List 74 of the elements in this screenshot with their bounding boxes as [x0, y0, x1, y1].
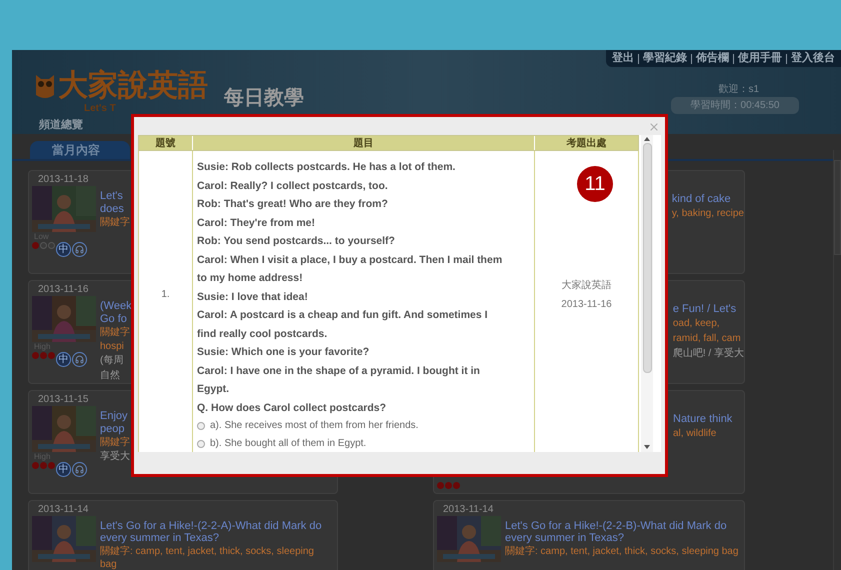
month-tab[interactable]: 當月內容 — [30, 140, 130, 158]
card-title[interactable]: Let's Go for a Hike!-(2-2-A)-What did Mark do every summer in Texas? — [100, 520, 332, 544]
lesson-date: 2013-11-14 — [38, 504, 88, 516]
card-title[interactable]: peop — [100, 422, 134, 434]
question-number: 1. — [160, 288, 171, 302]
dialogue-line: Carol: When I visit a place, I buy a postcard. Then I mail them to my home address! — [197, 252, 504, 286]
lesson-date: 2013-11-16 — [38, 284, 88, 296]
headphones-icon[interactable] — [72, 242, 87, 256]
chinese-subtitle-button[interactable]: 中 — [56, 242, 71, 256]
site-logo[interactable]: 大家說英語 — [58, 69, 208, 103]
card-description: 享受大 — [100, 450, 131, 464]
card-keywords: 關鍵字 — [100, 216, 131, 228]
headphones-icon[interactable] — [72, 352, 87, 366]
card-title[interactable]: Enjoy — [100, 410, 134, 422]
lesson-date: 2013-11-15 — [38, 394, 88, 406]
headphones-icon[interactable] — [72, 462, 87, 476]
welcome-text: 歡迎：s1 — [718, 83, 760, 97]
card-keywords: oad, keep, — [672, 316, 721, 330]
card-title[interactable]: Let's — [100, 190, 134, 202]
logo-subtitle: Let's T — [83, 103, 117, 115]
card-keywords: ramid, fall, cam — [672, 332, 742, 344]
radio-button[interactable] — [197, 422, 205, 430]
top-link[interactable]: 登入後台 — [791, 50, 835, 67]
section-title: 每日教學 — [224, 86, 304, 111]
dialogue-line: Rob: That's great! Who are they from? — [197, 197, 389, 212]
answer-option[interactable]: a). She receives most of them from her friends. — [210, 417, 418, 435]
question-text: Q. How does Carol collect postcards? — [197, 400, 388, 416]
top-link[interactable]: 使用手冊 — [738, 50, 782, 67]
answer-option[interactable]: b). She bought all of them in Egypt. — [210, 435, 366, 452]
top-link[interactable]: 登出 — [612, 50, 634, 67]
column-header: 考題出處 — [566, 136, 608, 150]
scroll-up-icon[interactable] — [644, 137, 650, 141]
card-description: (每周 — [100, 354, 124, 368]
card-title[interactable]: Nature think — [673, 412, 744, 424]
dialogue-line: Susie: I love that idea! — [197, 290, 309, 304]
question-source: 大家說英語 — [562, 278, 612, 293]
card-keywords: 關鍵字 — [100, 326, 131, 338]
column-header: 題目 — [192, 136, 535, 150]
card-title[interactable]: Let's Go for a Hike!-(2-2-B)-What did Mark do every summer in Texas? — [505, 520, 739, 544]
radio-button[interactable] — [197, 440, 205, 448]
top-link[interactable]: 佈告欄 — [696, 50, 729, 67]
column-header: 題號 — [154, 136, 176, 150]
chinese-subtitle-button[interactable]: 中 — [56, 462, 71, 476]
step-number: 11 — [584, 173, 606, 195]
dialogue-line: Susie: Rob collects postcards. He has a lot of them. — [197, 160, 456, 175]
question-source: 2013-11-16 — [561, 298, 612, 312]
chinese-subtitle-button[interactable]: 中 — [56, 352, 71, 366]
dialogue-line: Carol: A postcard is a cheap and fun gift. And sometimes I find really cool postcards. — [197, 308, 489, 342]
top-link[interactable]: 學習紀錄 — [643, 50, 687, 67]
card-title[interactable]: kind of cake — [672, 192, 744, 204]
scrollbar[interactable] — [641, 135, 653, 452]
card-keywords: y, baking, recipe — [672, 206, 744, 220]
card-keywords: 關鍵字 — [100, 436, 131, 448]
dialogue-line: Susie: Which one is your favorite? — [197, 345, 370, 360]
dialogue-line: Carol: I have one in the shape of a pyramid. I bought it in Egypt. — [197, 364, 481, 397]
dialogue-line: Carol: Really? I collect postcards, too. — [197, 178, 389, 194]
card-title[interactable]: e Fun! / Let's — [672, 302, 744, 314]
card-keywords: 關鍵字: camp, tent, jacket, thick, socks, sleeping bag — [505, 544, 739, 558]
card-title[interactable]: (Week — [100, 300, 134, 312]
dialogue-line: Carol: They're from me! — [197, 216, 316, 230]
card-keywords: al, wildlife — [673, 426, 718, 440]
nav-link[interactable]: 頻道總覽 — [39, 117, 83, 134]
lesson-date: 2013-11-18 — [38, 174, 88, 186]
scroll-down-icon[interactable] — [644, 445, 650, 449]
card-keywords: hospi — [100, 340, 125, 352]
card-keywords: 關鍵字: camp, tent, jacket, thick, socks, sleeping bag — [100, 544, 315, 570]
card-title[interactable]: does — [100, 202, 134, 214]
lesson-date: 2013-11-14 — [443, 504, 494, 516]
card-title[interactable]: Go fo — [100, 312, 134, 324]
scrollbar[interactable] — [833, 150, 841, 570]
dialogue-line: Rob: You send postcards... to yourself? — [197, 234, 396, 249]
study-time: 學習時間：00:45:50 — [671, 97, 799, 114]
card-description: 爬山吧! / 享受大 — [672, 346, 744, 360]
card-description: 自然 — [100, 368, 121, 382]
